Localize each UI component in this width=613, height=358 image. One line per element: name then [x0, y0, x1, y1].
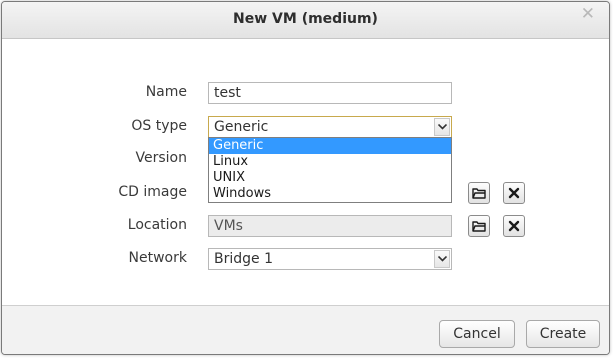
- location-label: Location: [127, 217, 187, 233]
- network-label: Network: [128, 250, 187, 266]
- folder-icon: [472, 188, 486, 199]
- chevron-down-icon[interactable]: [434, 118, 450, 136]
- cd-image-browse-button[interactable]: [468, 182, 490, 204]
- name-label: Name: [145, 84, 187, 100]
- new-vm-dialog: New VM (medium) ✕ Name test OS type Gene…: [1, 1, 610, 355]
- location-input[interactable]: VMs: [208, 215, 452, 237]
- location-browse-button[interactable]: [468, 215, 490, 237]
- cancel-button[interactable]: Cancel: [439, 320, 515, 348]
- name-input[interactable]: test: [208, 82, 452, 104]
- os-type-label: OS type: [131, 118, 187, 134]
- location-clear-button[interactable]: [503, 215, 525, 237]
- chevron-down-icon[interactable]: [434, 250, 450, 268]
- folder-icon: [472, 221, 486, 232]
- close-icon: [508, 220, 520, 232]
- dialog-title: New VM (medium): [233, 11, 378, 27]
- create-button[interactable]: Create: [526, 320, 600, 348]
- network-select[interactable]: Bridge 1: [208, 248, 452, 270]
- close-icon[interactable]: ✕: [581, 6, 595, 23]
- os-type-select[interactable]: Generic: [208, 116, 452, 138]
- dialog-titlebar: New VM (medium) ✕: [2, 2, 609, 39]
- os-type-option[interactable]: Linux: [209, 154, 451, 170]
- dialog-footer: Cancel Create: [2, 305, 609, 354]
- version-label: Version: [135, 150, 187, 166]
- os-type-option[interactable]: Windows: [209, 186, 451, 202]
- os-type-option[interactable]: Generic: [209, 138, 451, 154]
- cd-image-clear-button[interactable]: [503, 182, 525, 204]
- cd-image-label: CD image: [118, 184, 187, 200]
- close-icon: [508, 187, 520, 199]
- os-type-option[interactable]: UNIX: [209, 170, 451, 186]
- os-type-dropdown-list: Generic Linux UNIX Windows: [208, 137, 452, 203]
- network-selected-value: Bridge 1: [214, 251, 273, 267]
- os-type-selected-value: Generic: [214, 119, 269, 135]
